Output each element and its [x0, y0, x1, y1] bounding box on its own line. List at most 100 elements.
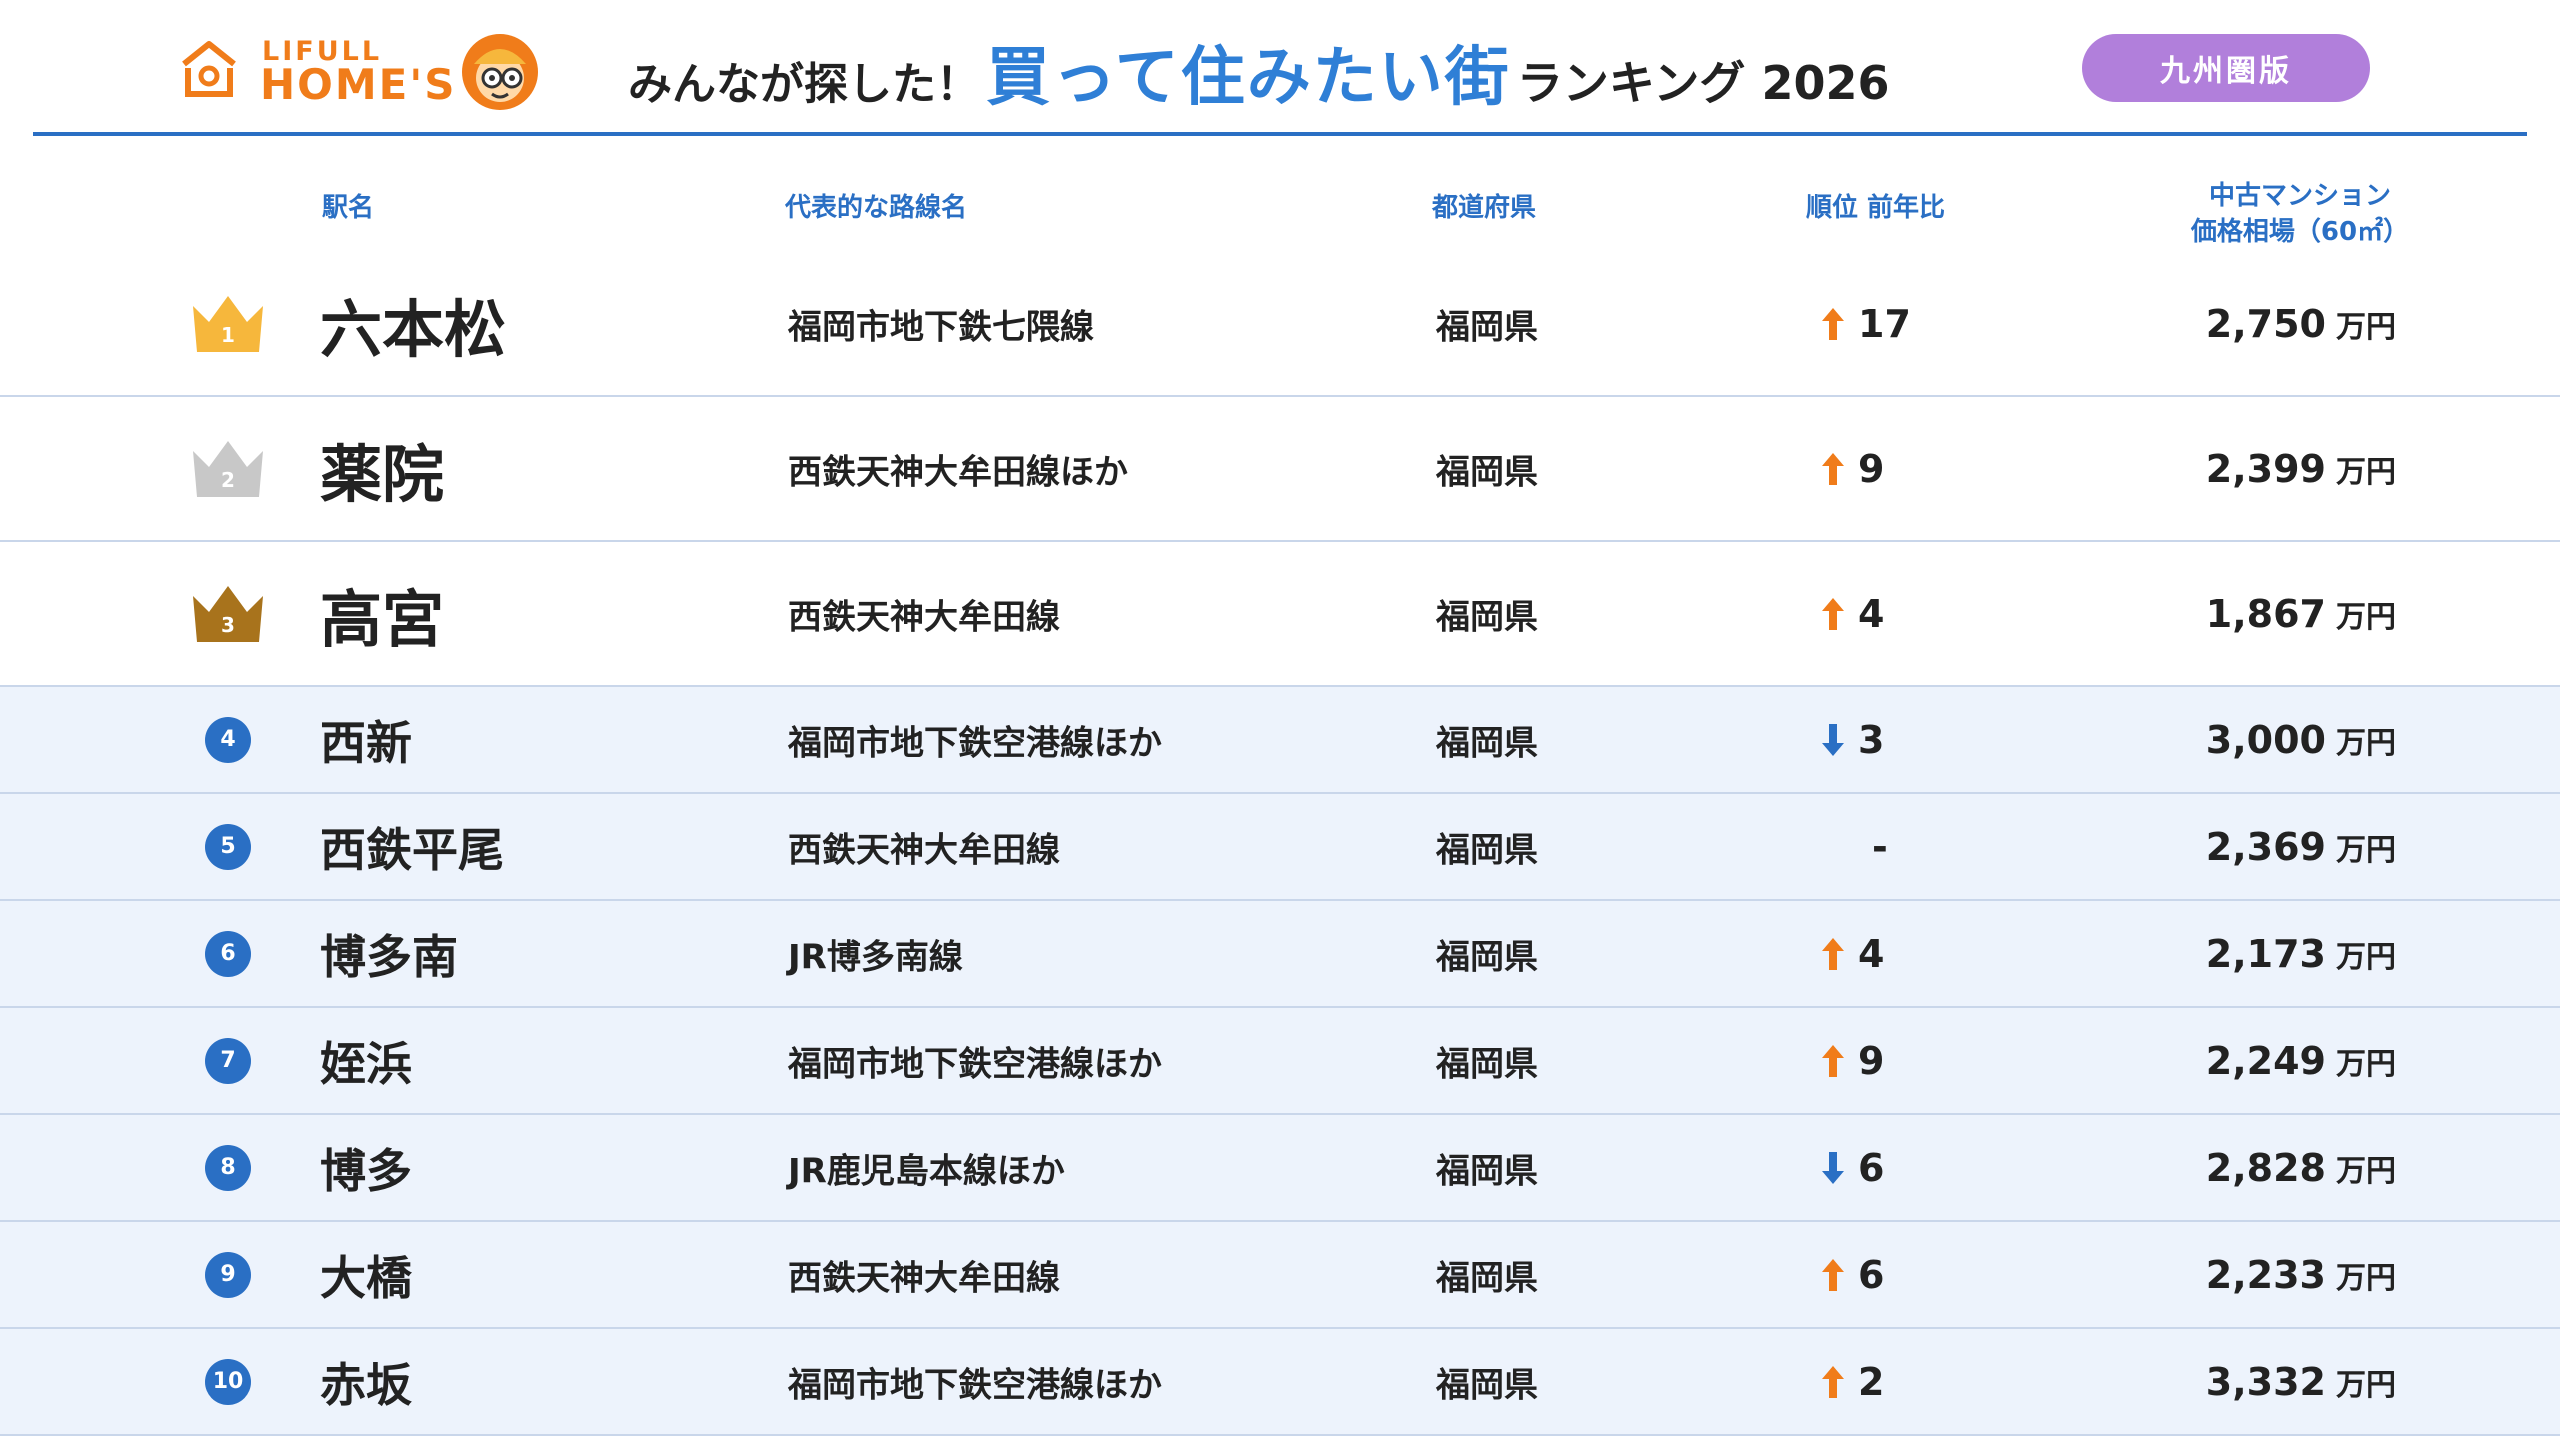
gold-crown-icon: 1	[193, 295, 263, 352]
prefecture: 福岡県	[1436, 1258, 1538, 1298]
rank-number: 3	[221, 613, 235, 637]
rank-circle-icon: 9	[205, 1251, 251, 1298]
rank-change-value: 4	[1858, 931, 1885, 976]
header-divider	[33, 132, 2527, 136]
table-row[interactable]: 5 西鉄平尾 西鉄天神大牟田線 福岡県 - 2,369 万円	[0, 794, 2560, 901]
prefecture: 福岡県	[1436, 723, 1538, 763]
arrow-up-icon	[1822, 452, 1844, 485]
header: LIFULL HOME'S みんなが探した！ 買って住みたい街 ランキング 20…	[0, 0, 2560, 136]
price-unit: 万円	[2336, 599, 2396, 635]
table-row[interactable]: 9 大橋 西鉄天神大牟田線 福岡県 6 2,233 万円	[0, 1222, 2560, 1329]
table-row[interactable]: 7 姪浜 福岡市地下鉄空港線ほか 福岡県 9 2,249 万円	[0, 1008, 2560, 1115]
rank-indicator: 1	[188, 292, 268, 356]
price-value: 2,233	[2205, 1252, 2326, 1297]
station-name[interactable]: 薬院	[320, 424, 444, 514]
column-header-rank-change: 順位 前年比	[1806, 193, 1946, 223]
column-header-station: 駅名	[322, 193, 375, 223]
column-header-price: 中古マンション 価格相場（60㎡）	[2190, 181, 2410, 247]
arrow-down-icon	[1822, 723, 1844, 756]
price-value: 2,369	[2205, 824, 2326, 869]
line-name: 西鉄天神大牟田線ほか	[788, 452, 1128, 492]
price-unit: 万円	[2336, 1153, 2396, 1189]
region-badge[interactable]: 九州圏版	[2082, 34, 2370, 102]
rank-indicator: 4	[188, 708, 268, 772]
logo-big-text: HOME'S	[260, 60, 457, 109]
prefecture: 福岡県	[1436, 937, 1538, 977]
rank-change: 4	[1822, 592, 1942, 636]
rank-change: 6	[1822, 1253, 1942, 1297]
price: 2,828 万円	[2206, 1146, 2396, 1190]
table-row[interactable]: 6 博多南 JR博多南線 福岡県 4 2,173 万円	[0, 901, 2560, 1008]
rank-change: 17	[1822, 302, 1942, 346]
lifull-homes-logo[interactable]: LIFULL HOME'S	[178, 30, 538, 114]
line-name: 福岡市地下鉄空港線ほか	[788, 723, 1162, 763]
price-unit: 万円	[2336, 1260, 2396, 1296]
table-row[interactable]: 4 西新 福岡市地下鉄空港線ほか 福岡県 3 3,000 万円	[0, 687, 2560, 794]
price: 2,233 万円	[2206, 1253, 2396, 1297]
rank-change: 9	[1822, 1039, 1942, 1083]
rank-change-value: 17	[1858, 301, 1911, 346]
station-name[interactable]: 大橋	[320, 1242, 412, 1308]
rank-circle-icon: 6	[205, 930, 251, 977]
title-main: 買って住みたい街	[986, 41, 1511, 115]
rank-change-value: 4	[1858, 591, 1885, 636]
page-title: みんなが探した！ 買って住みたい街 ランキング 2026	[628, 26, 1889, 116]
price-value: 3,332	[2205, 1359, 2326, 1404]
line-name: 福岡市地下鉄空港線ほか	[788, 1044, 1162, 1084]
line-name: 福岡市地下鉄空港線ほか	[788, 1365, 1162, 1405]
station-name[interactable]: 赤坂	[320, 1349, 412, 1415]
bronze-crown-icon: 3	[193, 585, 263, 642]
rank-change: 4	[1822, 932, 1942, 976]
price: 3,000 万円	[2206, 718, 2396, 762]
prefecture: 福岡県	[1436, 597, 1538, 637]
rank-indicator: 3	[188, 582, 268, 646]
column-header-line: 代表的な路線名	[785, 193, 968, 223]
arrow-up-icon	[1822, 937, 1844, 970]
station-name[interactable]: 高宮	[320, 569, 444, 659]
table-row[interactable]: 2 薬院 西鉄天神大牟田線ほか 福岡県 9 2,399 万円	[0, 397, 2560, 542]
table-row[interactable]: 10 赤坂 福岡市地下鉄空港線ほか 福岡県 2 3,332 万円	[0, 1329, 2560, 1436]
line-name: 西鉄天神大牟田線	[788, 830, 1060, 870]
price-value: 2,173	[2205, 931, 2326, 976]
prefecture: 福岡県	[1436, 307, 1538, 347]
price: 2,173 万円	[2206, 932, 2396, 976]
rank-indicator: 6	[188, 922, 268, 986]
arrow-up-icon	[1822, 307, 1844, 340]
arrow-up-icon	[1822, 1044, 1844, 1077]
price-unit: 万円	[2336, 939, 2396, 975]
line-name: JR博多南線	[788, 937, 963, 977]
station-name[interactable]: 六本松	[320, 279, 506, 369]
price-unit: 万円	[2336, 309, 2396, 345]
rank-indicator: 9	[188, 1243, 268, 1307]
price-value: 2,399	[2205, 446, 2326, 491]
station-name[interactable]: 西鉄平尾	[320, 814, 504, 880]
price: 1,867 万円	[2206, 592, 2396, 636]
station-name[interactable]: 博多南	[320, 921, 458, 987]
arrow-up-icon	[1822, 1258, 1844, 1291]
line-name: 西鉄天神大牟田線	[788, 1258, 1060, 1298]
rank-change: 3	[1822, 718, 1942, 762]
price: 3,332 万円	[2206, 1360, 2396, 1404]
rank-change: 2	[1822, 1360, 1942, 1404]
ranking-table: 1 六本松 福岡市地下鉄七隈線 福岡県 17 2,750 万円 2 薬院 西鉄天神大牟田線ほか 福岡…	[0, 252, 2560, 1436]
price: 2,399 万円	[2206, 447, 2396, 491]
rank-number: 1	[221, 323, 235, 347]
price-value: 2,828	[2205, 1145, 2326, 1190]
table-row[interactable]: 8 博多 JR鹿児島本線ほか 福岡県 6 2,828 万円	[0, 1115, 2560, 1222]
rank-change-value: 9	[1858, 1038, 1885, 1083]
title-prefix: みんなが探した！	[628, 59, 980, 110]
rank-indicator: 7	[188, 1029, 268, 1093]
station-name[interactable]: 博多	[320, 1135, 412, 1201]
rank-indicator: 2	[188, 437, 268, 501]
station-name[interactable]: 西新	[320, 707, 412, 773]
price-value: 2,249	[2205, 1038, 2326, 1083]
table-row[interactable]: 1 六本松 福岡市地下鉄七隈線 福岡県 17 2,750 万円	[0, 252, 2560, 397]
station-name[interactable]: 姪浜	[320, 1028, 412, 1094]
rank-indicator: 5	[188, 815, 268, 879]
rank-circle-icon: 10	[205, 1358, 251, 1405]
rank-circle-icon: 4	[205, 716, 251, 763]
column-header-prefecture: 都道府県	[1432, 193, 1537, 223]
prefecture: 福岡県	[1436, 1365, 1538, 1405]
table-row[interactable]: 3 高宮 西鉄天神大牟田線 福岡県 4 1,867 万円	[0, 542, 2560, 687]
rank-change-value: 3	[1858, 717, 1885, 762]
